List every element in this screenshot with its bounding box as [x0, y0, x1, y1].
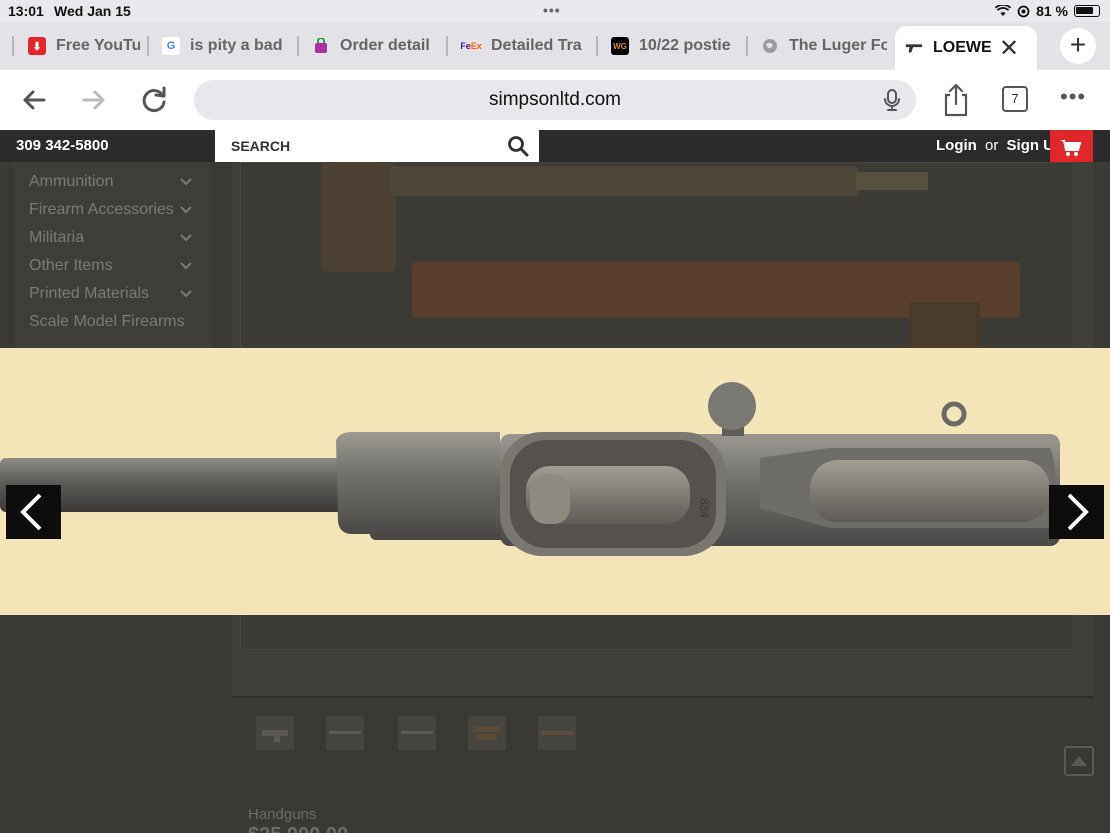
battery-icon — [1074, 5, 1100, 17]
forward-icon[interactable] — [74, 80, 114, 120]
status-bar: 13:01 Wed Jan 15 ••• 81 % — [0, 0, 1110, 22]
reload-icon[interactable] — [134, 80, 174, 120]
thumbnail-4[interactable] — [468, 716, 506, 750]
sidebar-item-scale-model-firearms[interactable]: Scale Model Firearms — [29, 313, 185, 331]
sidebar-item-ammunition[interactable]: Ammunition — [29, 173, 113, 191]
more-options-icon[interactable]: ••• — [1060, 84, 1086, 110]
location-icon — [1017, 5, 1030, 17]
phone-number[interactable]: 309 342-5800 — [16, 137, 109, 154]
gallery-divider — [232, 696, 1094, 698]
back-icon[interactable] — [14, 80, 54, 120]
thumbnail-5[interactable] — [538, 716, 576, 750]
url-text: simpsonltd.com — [489, 89, 621, 110]
address-bar[interactable]: simpsonltd.com — [194, 80, 916, 120]
accessory-tools-image — [321, 162, 1020, 348]
wg-icon: WG — [611, 37, 629, 55]
tab-postie[interactable]: WG 10/22 postie — [611, 30, 735, 62]
wifi-icon — [995, 5, 1012, 16]
chevron-down-icon[interactable] — [180, 288, 192, 300]
tab-separator — [297, 36, 299, 56]
chevron-left-icon — [20, 493, 42, 531]
status-indicators: 81 % — [995, 3, 1100, 19]
download-icon: ⬇ — [28, 37, 46, 55]
next-image-button[interactable] — [1049, 485, 1104, 539]
image-lightbox: 834 — [0, 348, 1110, 615]
fedex-icon: Fe Ex — [461, 41, 482, 51]
tab-separator — [446, 36, 448, 56]
cart-icon — [1060, 139, 1082, 156]
tab-title: Detailed Tra — [491, 37, 582, 54]
tab-free-youtube[interactable]: ⬇ Free YouTu — [28, 30, 140, 62]
status-time: 13:01 — [8, 3, 44, 19]
tab-strip: ⬇ Free YouTu G is pity a bad Order detai… — [0, 22, 1110, 70]
battery-percent: 81 % — [1036, 3, 1068, 19]
auth-links: Login or Sign Up — [936, 137, 1063, 154]
close-tab-icon[interactable]: ✕ — [999, 34, 1019, 63]
search-input[interactable]: SEARCH — [215, 130, 539, 162]
cart-button[interactable] — [1050, 130, 1093, 166]
chevron-down-icon[interactable] — [180, 260, 192, 272]
tab-luger-forums[interactable]: The Luger Fo — [761, 30, 887, 62]
chevron-down-icon[interactable] — [180, 176, 192, 188]
tab-separator — [746, 36, 748, 56]
search-icon[interactable] — [507, 135, 529, 157]
shop-icon — [312, 37, 330, 55]
tab-separator — [147, 36, 149, 56]
sidebar-item-militaria[interactable]: Militaria — [29, 229, 84, 247]
status-date: Wed Jan 15 — [54, 3, 131, 19]
multitask-dots-icon[interactable]: ••• — [543, 2, 561, 18]
arrow-up-icon — [1071, 756, 1087, 766]
tab-title: The Luger Fo — [789, 37, 887, 54]
pistol-top-view-image: 834 — [0, 382, 1060, 556]
tab-google-search[interactable]: G is pity a bad — [162, 30, 286, 62]
tab-count-button[interactable]: 7 — [1002, 86, 1028, 112]
pistol-icon — [905, 39, 923, 57]
tab-order-details[interactable]: Order detail — [312, 30, 434, 62]
tab-title: Free YouTu — [56, 37, 140, 54]
share-icon[interactable] — [940, 82, 972, 118]
microphone-icon[interactable] — [878, 86, 906, 114]
auth-separator: or — [985, 137, 999, 154]
google-icon: G — [162, 37, 180, 55]
login-link[interactable]: Login — [936, 137, 977, 154]
tab-separator — [596, 36, 598, 56]
tab-title: 10/22 postie — [639, 37, 731, 54]
browser-toolbar: simpsonltd.com 7 ••• — [0, 70, 1110, 130]
tab-title: is pity a bad — [190, 37, 283, 54]
site-header: 309 342-5800 SEARCH Login or Sign Up — [0, 130, 1110, 166]
tab-loewe-active[interactable]: LOEWE C ✕ — [895, 26, 1037, 70]
chevron-right-icon — [1067, 493, 1089, 531]
tab-title: LOEWE C — [933, 39, 993, 56]
tab-separator — [12, 36, 14, 56]
product-price: $25,000.00 — [248, 824, 348, 833]
scroll-to-top-button[interactable] — [1064, 746, 1094, 776]
globe-icon — [761, 37, 779, 55]
new-tab-button[interactable]: + — [1060, 28, 1096, 64]
thumbnail-1[interactable] — [256, 716, 294, 750]
thumbnail-3[interactable] — [398, 716, 436, 750]
search-placeholder: SEARCH — [231, 138, 291, 154]
tab-title: Order detail — [340, 37, 430, 54]
chevron-down-icon[interactable] — [180, 232, 192, 244]
serial-marking: 834 — [697, 498, 711, 518]
thumbnail-2[interactable] — [326, 716, 364, 750]
sidebar-item-printed-materials[interactable]: Printed Materials — [29, 285, 149, 303]
tab-fedex-tracking[interactable]: Fe Ex Detailed Tra — [461, 30, 587, 62]
chevron-down-icon[interactable] — [180, 204, 192, 216]
sidebar-item-other-items[interactable]: Other Items — [29, 257, 113, 275]
previous-image-button[interactable] — [6, 485, 61, 539]
product-category[interactable]: Handguns — [248, 806, 316, 823]
sidebar-item-firearm-accessories[interactable]: Firearm Accessories — [29, 201, 174, 219]
